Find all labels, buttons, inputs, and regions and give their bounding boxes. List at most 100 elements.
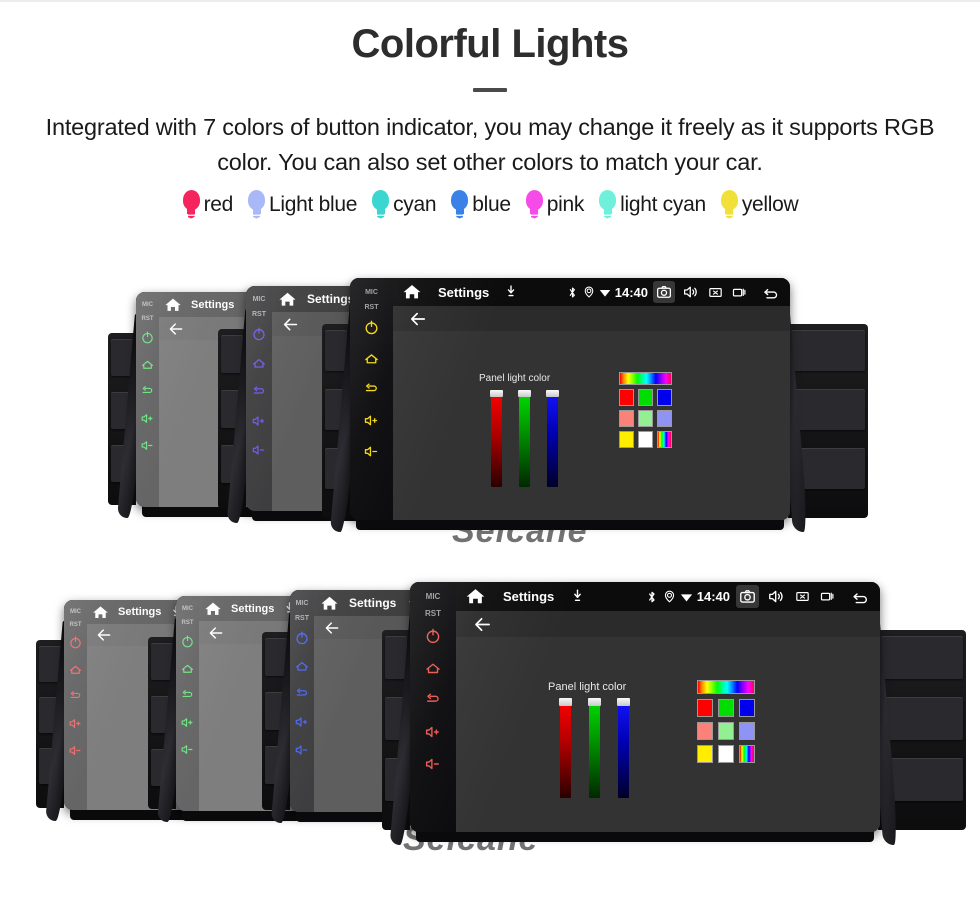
color-swatch[interactable] bbox=[739, 745, 755, 763]
side-button-strip[interactable]: MIC RST bbox=[246, 286, 272, 511]
touch-screen[interactable]: Settings 14:40 Panel light color bbox=[456, 582, 880, 832]
home-icon[interactable] bbox=[319, 593, 340, 614]
home-icon[interactable] bbox=[401, 281, 423, 303]
camera-icon[interactable] bbox=[653, 281, 675, 303]
volume-down-icon[interactable] bbox=[294, 742, 310, 758]
home-icon[interactable] bbox=[140, 357, 155, 372]
blue-slider[interactable] bbox=[546, 390, 559, 487]
home-icon[interactable] bbox=[180, 661, 195, 676]
unit-salmon[interactable]: MIC RST Settings 14:40 Panel light color bbox=[382, 582, 968, 854]
volume-icon[interactable] bbox=[682, 283, 700, 301]
head-unit-body[interactable]: MIC RST Settings 14:40 Panel light color bbox=[350, 278, 790, 520]
volume-up-icon[interactable] bbox=[68, 716, 83, 731]
power-icon[interactable] bbox=[140, 330, 155, 345]
back-icon[interactable] bbox=[294, 686, 310, 702]
side-button-strip[interactable]: MIC RST bbox=[64, 600, 87, 810]
home-icon[interactable] bbox=[203, 599, 223, 619]
color-swatch[interactable] bbox=[619, 389, 634, 406]
blue-slider[interactable] bbox=[617, 698, 630, 798]
microphone-icon[interactable] bbox=[568, 587, 587, 606]
back-arrow-icon[interactable] bbox=[167, 320, 185, 338]
volume-down-icon[interactable] bbox=[180, 742, 195, 757]
volume-down-icon[interactable] bbox=[140, 438, 155, 453]
volume-down-icon[interactable] bbox=[68, 743, 83, 758]
slider-thumb[interactable] bbox=[546, 390, 559, 397]
volume-up-icon[interactable] bbox=[251, 413, 267, 429]
home-icon[interactable] bbox=[251, 355, 267, 371]
recents-icon[interactable] bbox=[731, 284, 748, 301]
back-icon[interactable] bbox=[761, 283, 780, 302]
color-swatch-grid[interactable] bbox=[697, 680, 755, 763]
side-button-strip[interactable]: MIC RST bbox=[410, 582, 456, 832]
rgb-sliders[interactable] bbox=[559, 698, 630, 798]
color-swatch[interactable] bbox=[697, 699, 713, 717]
slider-thumb[interactable] bbox=[518, 390, 531, 397]
color-swatch[interactable] bbox=[718, 722, 734, 740]
home-icon[interactable] bbox=[91, 603, 110, 622]
unit-yellow[interactable]: MIC RST Settings 14:40 Panel light color bbox=[322, 278, 870, 542]
back-icon[interactable] bbox=[850, 587, 870, 607]
volume-down-icon[interactable] bbox=[363, 443, 380, 460]
back-arrow-icon[interactable] bbox=[207, 624, 225, 642]
power-icon[interactable] bbox=[294, 630, 310, 646]
home-icon[interactable] bbox=[163, 295, 183, 315]
slider-thumb[interactable] bbox=[490, 390, 503, 397]
volume-down-icon[interactable] bbox=[424, 755, 442, 773]
close-box-icon[interactable] bbox=[794, 588, 811, 605]
rgb-sliders[interactable] bbox=[490, 390, 559, 487]
color-swatch[interactable] bbox=[657, 431, 672, 448]
back-icon[interactable] bbox=[68, 689, 83, 704]
color-swatch[interactable] bbox=[718, 745, 734, 763]
color-swatch[interactable] bbox=[697, 745, 713, 763]
color-swatch-grid[interactable] bbox=[619, 372, 672, 448]
side-button-strip[interactable]: MIC RST bbox=[136, 292, 159, 507]
green-slider[interactable] bbox=[518, 390, 531, 487]
microphone-icon[interactable] bbox=[502, 283, 520, 301]
home-icon[interactable] bbox=[294, 658, 310, 674]
volume-up-icon[interactable] bbox=[140, 411, 155, 426]
red-slider[interactable] bbox=[490, 390, 503, 487]
rainbow-gradient-bar[interactable] bbox=[697, 680, 755, 694]
color-swatch[interactable] bbox=[638, 431, 653, 448]
camera-icon[interactable] bbox=[736, 585, 759, 608]
back-icon[interactable] bbox=[424, 691, 442, 709]
color-swatch[interactable] bbox=[638, 410, 653, 427]
home-icon[interactable] bbox=[464, 585, 487, 608]
volume-down-icon[interactable] bbox=[251, 442, 267, 458]
red-slider[interactable] bbox=[559, 698, 572, 798]
back-icon[interactable] bbox=[251, 384, 267, 400]
slider-thumb[interactable] bbox=[617, 698, 630, 706]
home-icon[interactable] bbox=[68, 662, 83, 677]
home-icon[interactable] bbox=[363, 350, 380, 367]
color-swatch[interactable] bbox=[657, 389, 672, 406]
back-icon[interactable] bbox=[140, 384, 155, 399]
back-arrow-icon[interactable] bbox=[281, 315, 300, 334]
close-box-icon[interactable] bbox=[707, 284, 724, 301]
home-icon[interactable] bbox=[424, 659, 442, 677]
power-icon[interactable] bbox=[424, 627, 442, 645]
color-swatch[interactable] bbox=[718, 699, 734, 717]
side-button-strip[interactable]: MIC RST bbox=[290, 590, 314, 812]
back-arrow-icon[interactable] bbox=[95, 626, 113, 644]
slider-thumb[interactable] bbox=[559, 698, 572, 706]
slider-thumb[interactable] bbox=[588, 698, 601, 706]
volume-up-icon[interactable] bbox=[424, 723, 442, 741]
power-icon[interactable] bbox=[363, 319, 380, 336]
side-button-strip[interactable]: MIC RST bbox=[350, 278, 393, 520]
volume-up-icon[interactable] bbox=[294, 714, 310, 730]
color-swatch[interactable] bbox=[657, 410, 672, 427]
back-icon[interactable] bbox=[180, 688, 195, 703]
color-swatch[interactable] bbox=[619, 410, 634, 427]
volume-icon[interactable] bbox=[767, 587, 786, 606]
green-slider[interactable] bbox=[588, 698, 601, 798]
volume-up-icon[interactable] bbox=[180, 715, 195, 730]
volume-up-icon[interactable] bbox=[363, 412, 380, 429]
head-unit-body[interactable]: MIC RST Settings 14:40 Panel light color bbox=[410, 582, 880, 832]
color-swatch[interactable] bbox=[739, 722, 755, 740]
home-icon[interactable] bbox=[277, 289, 298, 310]
color-swatch[interactable] bbox=[638, 389, 653, 406]
power-icon[interactable] bbox=[251, 326, 267, 342]
color-swatch[interactable] bbox=[619, 431, 634, 448]
back-arrow-icon[interactable] bbox=[408, 309, 428, 329]
touch-screen[interactable]: Settings 14:40 Panel light color bbox=[393, 278, 790, 520]
